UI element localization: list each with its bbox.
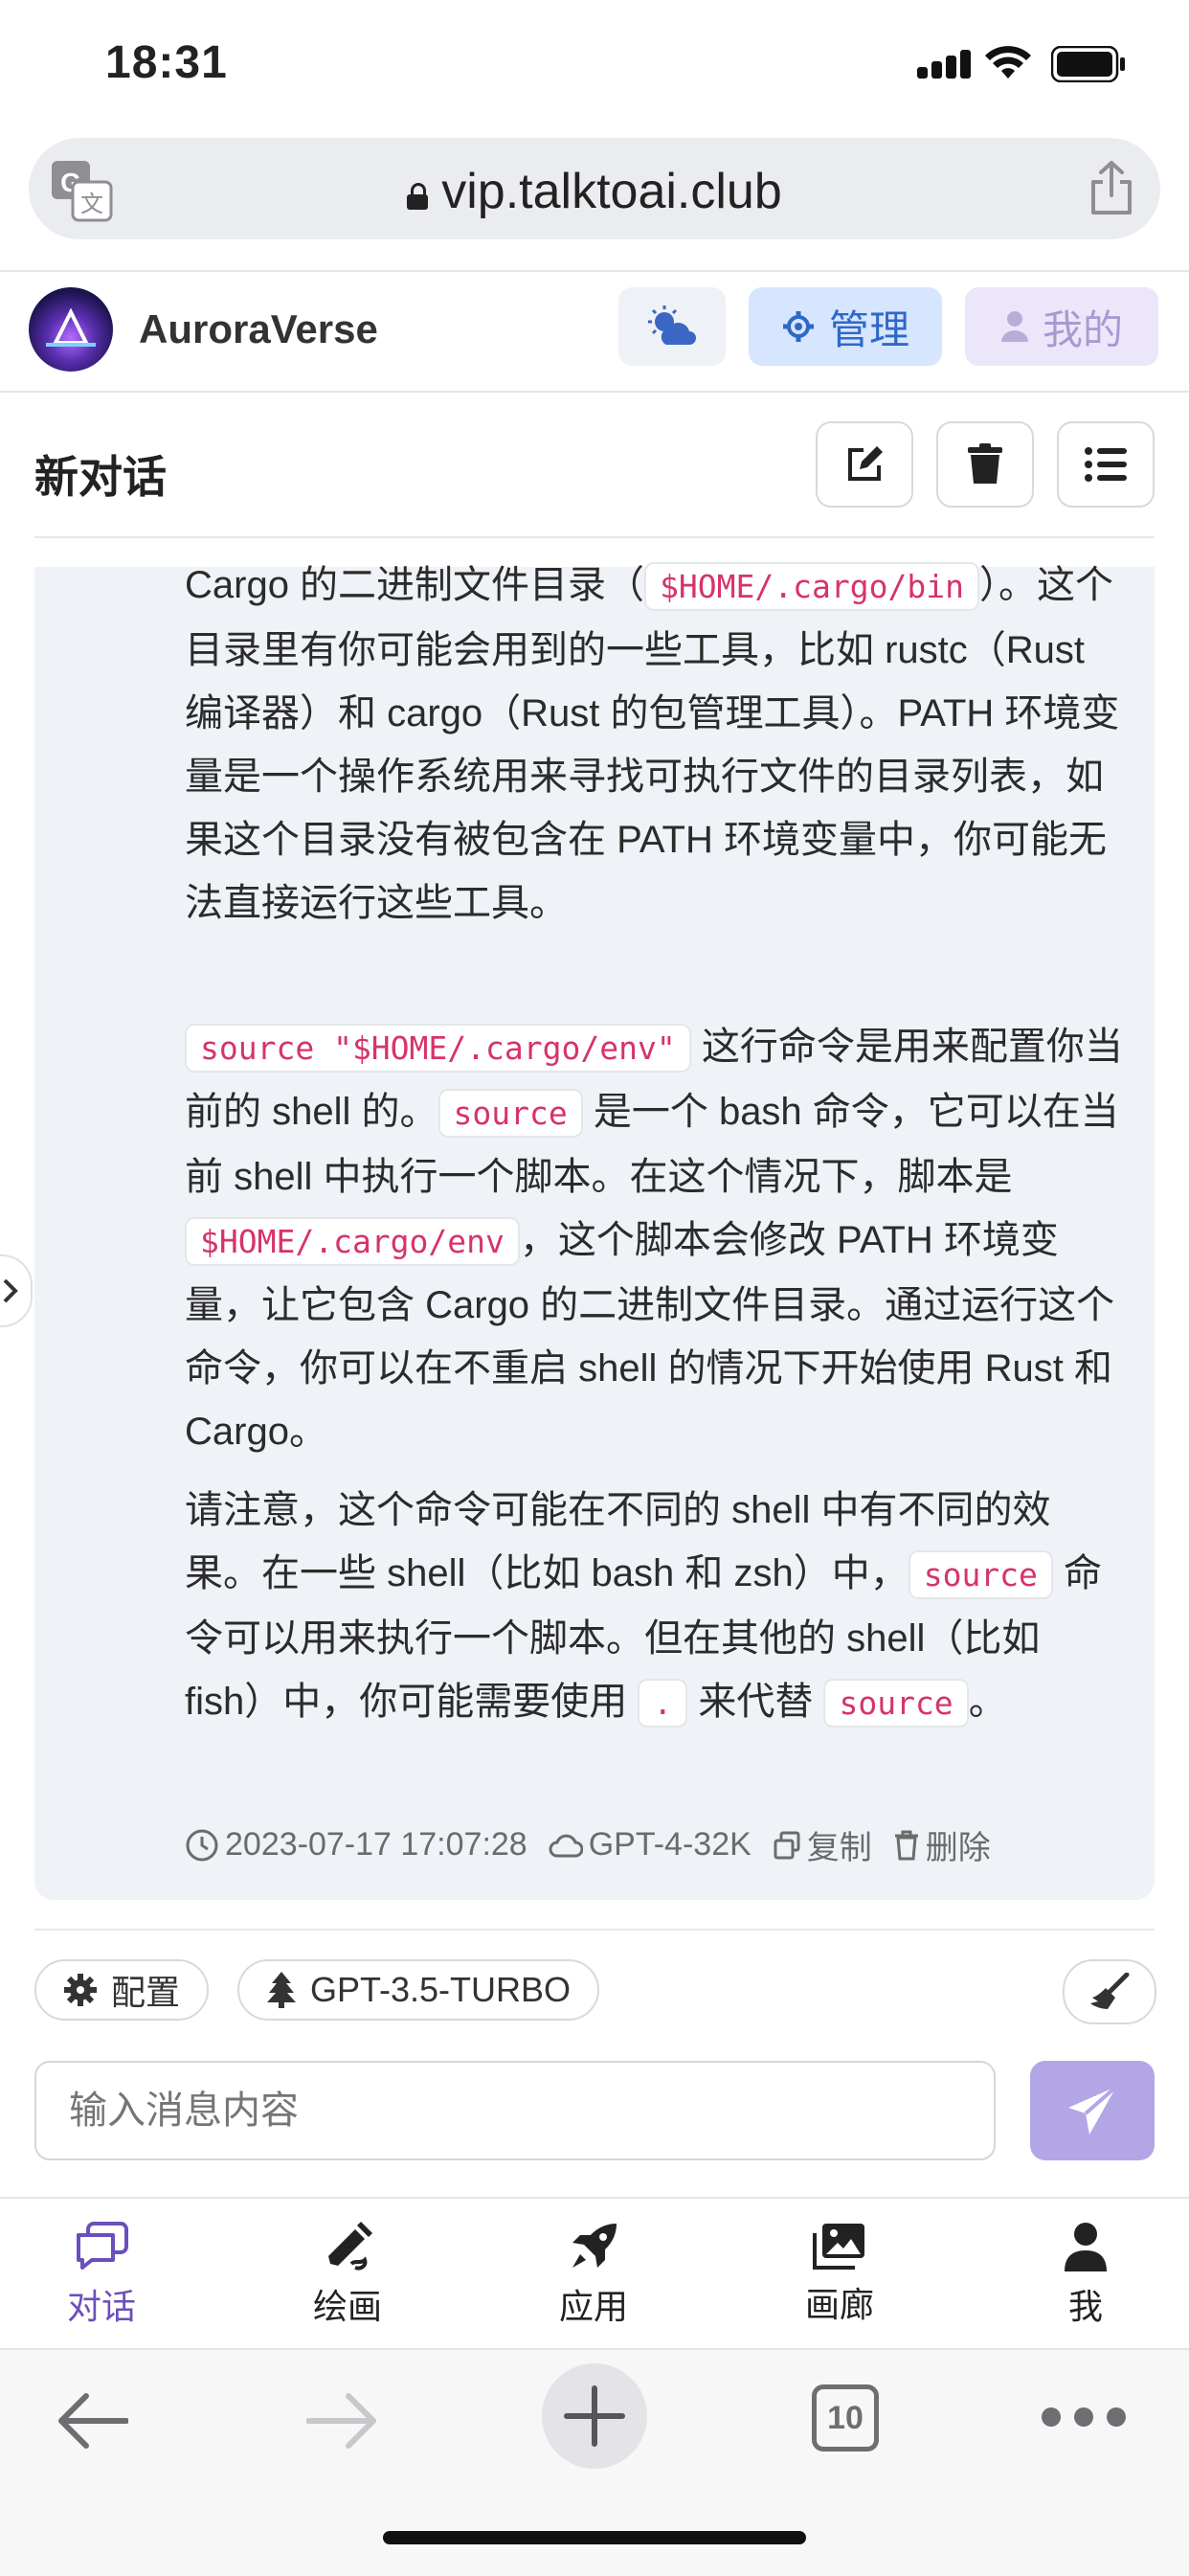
delete-message-button[interactable]: 删除 [893, 1821, 991, 1868]
message-paragraph-1: Cargo 的二进制文件目录（ $HOME/.cargo/bin ）。这个目录里有你… [185, 562, 1120, 924]
chevron-right-icon [3, 1278, 18, 1303]
list-icon [1085, 447, 1127, 482]
gear-icon [64, 1974, 97, 2006]
admin-button[interactable]: 管理 [749, 287, 942, 366]
conversation-header: 新对话 [0, 412, 1189, 536]
chat-icon [77, 2222, 128, 2270]
model-label: GPT-3.5-TURBO [310, 1970, 572, 2009]
model-select[interactable]: GPT-3.5-TURBO [237, 1959, 600, 2021]
brand-name: AuroraVerse [139, 306, 378, 351]
message-paragraph-3: 请注意，这个命令可能在不同的 shell 中有不同的效果。在一些 shell（比… [185, 1479, 1123, 1735]
tabs-button[interactable]: 10 [812, 2384, 879, 2452]
brand-logo [29, 287, 113, 372]
paint-icon [328, 2222, 372, 2271]
delete-button[interactable] [936, 421, 1034, 508]
inline-code: source [823, 1679, 969, 1728]
battery-icon [1051, 46, 1125, 82]
mine-label: 我的 [1042, 306, 1123, 352]
more-button[interactable] [1040, 2406, 1128, 2429]
edit-button[interactable] [816, 421, 913, 508]
share-icon[interactable] [1088, 159, 1135, 216]
cloud-icon [549, 1834, 583, 1857]
user-icon [1065, 2223, 1107, 2271]
edit-icon [848, 446, 883, 481]
status-bar: 18:31 [0, 0, 1189, 134]
gallery-icon [813, 2224, 864, 2270]
message-meta: 2023-07-17 17:07:28 GPT-4-32K 复制 删除 [185, 1821, 991, 1868]
send-button[interactable] [1030, 2061, 1155, 2160]
inline-code: . [638, 1679, 688, 1728]
sun-cloud-icon [648, 305, 696, 345]
nav-item-paint[interactable]: 绘画 [280, 2222, 415, 2329]
config-label: 配置 [111, 1973, 181, 2012]
more-dots-icon [1042, 2407, 1126, 2427]
nav-item-chat[interactable]: 对话 [34, 2222, 168, 2329]
tree-icon [267, 1972, 296, 2008]
gear-icon [782, 311, 814, 342]
mine-button[interactable]: 我的 [965, 287, 1158, 366]
nav-item-apps[interactable]: 应用 [527, 2222, 661, 2329]
list-button[interactable] [1057, 421, 1155, 508]
copy-button[interactable]: 复制 [773, 1821, 872, 1868]
app-header: AuroraVerse 管理 我的 [0, 270, 1189, 393]
sidebar-toggle[interactable] [0, 1254, 33, 1327]
theme-toggle-button[interactable] [618, 287, 726, 366]
back-arrow-icon[interactable] [56, 2392, 128, 2450]
url-text: vip.talktoai.club [441, 164, 782, 219]
inline-code: source [437, 1089, 583, 1138]
user-icon [1000, 311, 1028, 342]
clear-button[interactable] [1063, 1959, 1156, 2024]
inline-code: $HOME/.cargo/env [185, 1217, 520, 1266]
lock-icon [407, 183, 429, 210]
timestamp: 2023-07-17 17:07:28 [185, 1826, 527, 1864]
divider [34, 536, 1155, 538]
rocket-icon [572, 2224, 617, 2268]
broom-icon [1090, 1973, 1130, 2009]
model-tag: GPT-4-32K [549, 1826, 752, 1864]
plus-icon [564, 2385, 625, 2447]
page-title: 新对话 [34, 452, 167, 502]
clock-icon [186, 1829, 218, 1861]
address-bar[interactable]: G 文 vip.talktoai.club [29, 138, 1160, 239]
copy-icon [774, 1831, 800, 1859]
nav-item-me[interactable]: 我 [1019, 2222, 1153, 2329]
home-indicator [383, 2531, 806, 2544]
tabs-count: 10 [827, 2399, 864, 2436]
trash-icon [894, 1830, 918, 1860]
signal-icon [917, 50, 971, 79]
admin-label: 管理 [828, 306, 909, 352]
config-button[interactable]: 配置 [34, 1959, 210, 2021]
inline-code: source [908, 1550, 1053, 1599]
send-icon [1068, 2085, 1118, 2135]
trash-icon [968, 443, 1002, 484]
nav-item-gallery[interactable]: 画廊 [773, 2222, 907, 2327]
clock: 18:31 [105, 37, 228, 88]
new-tab-button[interactable] [542, 2363, 647, 2469]
divider [34, 1929, 1155, 1931]
inline-code: source "$HOME/.cargo/env" [185, 1024, 691, 1073]
wifi-icon [985, 46, 1031, 79]
inline-code: $HOME/.cargo/bin [644, 562, 979, 611]
forward-arrow-icon[interactable] [306, 2392, 379, 2450]
message-paragraph-2: source "$HOME/.cargo/env" 这行命令是用来配置你当前的 … [185, 1024, 1123, 1453]
message-input[interactable] [34, 2061, 996, 2160]
bottom-nav: 对话 绘画 应用 画廊 我 [0, 2197, 1189, 2350]
